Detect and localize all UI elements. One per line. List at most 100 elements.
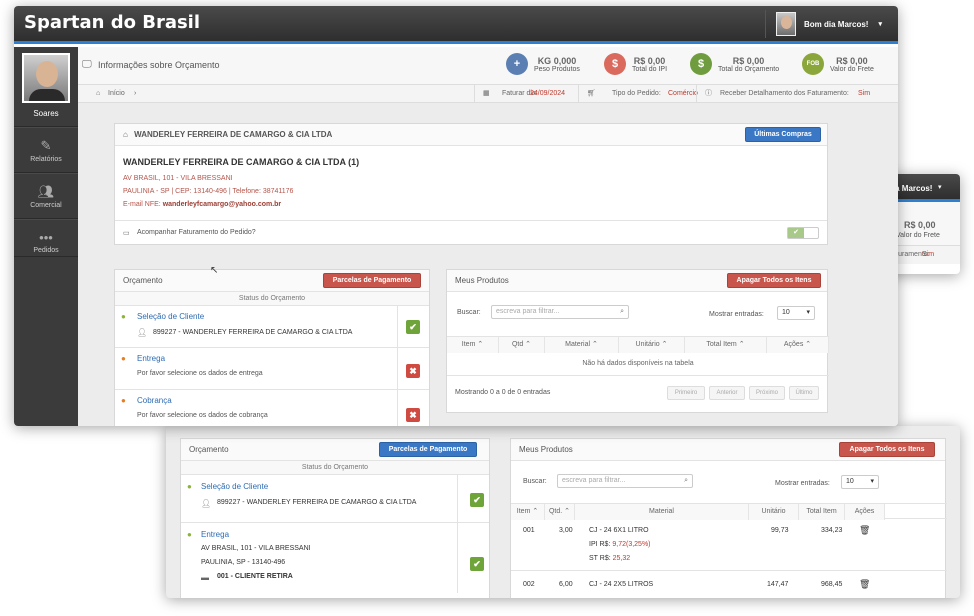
customer-address: AV BRASIL, 101 - VILA BRESSANI bbox=[123, 175, 233, 182]
entrega-x-button[interactable]: ✖ bbox=[406, 364, 420, 378]
entrega-msg: Por favor selecione os dados de entrega bbox=[137, 370, 263, 377]
apagar-button-b[interactable]: Apagar Todos os Itens bbox=[839, 442, 935, 457]
search-input[interactable]: escreva para filtrar... ⌕ bbox=[491, 305, 629, 319]
row-unit: 147,47 bbox=[767, 581, 789, 588]
mostrar-label-b: Mostrar entradas: bbox=[775, 480, 830, 487]
chevron-down-icon[interactable]: ▾ bbox=[938, 183, 942, 191]
col-acoes[interactable]: Ações ⌃ bbox=[767, 337, 829, 353]
user-icon: 👤︎ bbox=[201, 499, 212, 508]
table-row: 002 6,00 CJ - 24 2X5 LITROS 147,47 968,4… bbox=[511, 571, 947, 598]
ipi-label: IPI R$: bbox=[589, 541, 611, 548]
cobranca-x-button[interactable]: ✖ bbox=[406, 408, 420, 422]
parcelas-button-b[interactable]: Parcelas de Pagamento bbox=[379, 442, 477, 457]
apagar-button[interactable]: Apagar Todos os Itens bbox=[727, 273, 821, 288]
cliente-title-b[interactable]: Seleção de Cliente bbox=[201, 482, 268, 491]
tipo-value[interactable]: Comércio bbox=[668, 85, 698, 103]
user-icon: 👤︎ bbox=[137, 328, 148, 337]
st-value: 25,32 bbox=[612, 555, 631, 562]
sidebar-item-label: Pedidos bbox=[33, 247, 59, 254]
ultimas-compras-button[interactable]: Últimas Compras bbox=[745, 127, 821, 142]
orcamento-header-b: Orçamento Parcelas de Pagamento bbox=[181, 439, 489, 461]
st-label: ST R$: bbox=[589, 555, 611, 562]
next-page-button[interactable]: Próximo bbox=[749, 386, 785, 400]
produtos-title-b: Meus Produtos bbox=[519, 445, 573, 454]
sidebar-item-label: Relatórios bbox=[30, 156, 62, 163]
orcamento-title-b: Orçamento bbox=[189, 445, 229, 454]
cliente-title[interactable]: Seleção de Cliente bbox=[137, 312, 204, 321]
main-content: 🖵︎ Informações sobre Orçamento + KG 0,00… bbox=[78, 47, 898, 426]
col-acoes[interactable]: Ações bbox=[845, 504, 885, 520]
entrega-addr2: PAULINIA, SP - 13140-496 bbox=[201, 559, 286, 566]
entrega-ok-button[interactable]: ✔ bbox=[470, 557, 484, 571]
cobranca-title[interactable]: Cobrança bbox=[137, 396, 172, 405]
user-name: Soares bbox=[33, 109, 59, 118]
receber-value[interactable]: Sim bbox=[858, 85, 870, 103]
produtos-title: Meus Produtos bbox=[455, 276, 509, 285]
parcelas-button[interactable]: Parcelas de Pagamento bbox=[323, 273, 421, 288]
first-page-button[interactable]: Primeiro bbox=[667, 386, 705, 400]
status-header: Status do Orçamento bbox=[115, 292, 429, 306]
user-menu[interactable]: Bom dia Marcos! ▾ bbox=[765, 10, 882, 38]
trash-icon[interactable]: 🗑︎ bbox=[859, 525, 870, 536]
row-material: CJ - 24 2X5 LITROS bbox=[589, 581, 654, 588]
faturar-value[interactable]: 24/09/2024 bbox=[530, 85, 565, 103]
table-row: 001 3,00 CJ - 24 6X1 LITRO IPI R$: 9,72(… bbox=[511, 519, 947, 571]
sidebar-item-relatorios[interactable]: ✎ Relatórios bbox=[14, 127, 78, 173]
entrega-title[interactable]: Entrega bbox=[137, 354, 165, 363]
customer-email[interactable]: wanderleyfcamargo@yahoo.com.br bbox=[163, 201, 281, 208]
search-icon: ⌕ bbox=[620, 308, 624, 315]
cliente-ok-button[interactable]: ✔ bbox=[470, 493, 484, 507]
tipo-label: Tipo do Pedido: bbox=[612, 90, 661, 97]
acompanhar-toggle[interactable]: ✔ bbox=[787, 227, 819, 239]
ipi-value: 9,72(3,25%) bbox=[612, 541, 651, 548]
sidebar-item-pedidos[interactable]: ••• Pedidos bbox=[14, 219, 78, 257]
customer-name: WANDERLEY FERREIRA DE CAMARGO & CIA LTDA… bbox=[123, 157, 360, 167]
col-unitario[interactable]: Unitário bbox=[749, 504, 799, 520]
entries-select-b[interactable]: 10 ▾ bbox=[841, 475, 879, 489]
cliente-ok-button[interactable]: ✔ bbox=[406, 320, 420, 334]
col-item[interactable]: Item ⌃ bbox=[511, 504, 545, 520]
customer-panel: ⌂ WANDERLEY FERREIRA DE CAMARGO & CIA LT… bbox=[114, 123, 828, 245]
row-total: 334,23 bbox=[821, 527, 843, 534]
truck-icon: ▬ bbox=[201, 573, 209, 582]
info-icon: ⓘ bbox=[696, 85, 712, 103]
trash-icon[interactable]: 🗑︎ bbox=[859, 579, 870, 590]
dollar-icon: $ bbox=[690, 53, 712, 75]
orcamento-panel: Orçamento Parcelas de Pagamento Status d… bbox=[114, 269, 430, 426]
dollar-icon: $ bbox=[604, 53, 626, 75]
row-item: 001 bbox=[523, 527, 535, 534]
breadcrumb: ⌂ Início › ▦ Faturar dia: 24/09/2024 🛒︎ … bbox=[78, 85, 898, 103]
prev-page-button[interactable]: Anterior bbox=[709, 386, 745, 400]
chevron-down-icon: ▾ bbox=[870, 478, 874, 485]
table-header: Item ⌃ Qtd ⌃ Material ⌃ Unitário ⌃ Total… bbox=[447, 336, 829, 353]
col-qtd[interactable]: Qtd. ⌃ bbox=[545, 504, 575, 520]
entrega-retira: 001 - CLIENTE RETIRA bbox=[217, 573, 293, 580]
col-item[interactable]: Item ⌃ bbox=[447, 337, 499, 353]
entrega-title-b[interactable]: Entrega bbox=[201, 530, 229, 539]
check-circle-icon: ● bbox=[187, 530, 192, 539]
col-qtd[interactable]: Qtd ⌃ bbox=[499, 337, 545, 353]
top-bar: Spartan do Brasil Bom dia Marcos! ▾ bbox=[14, 6, 898, 44]
col-material[interactable]: Material ⌃ bbox=[545, 337, 619, 353]
customer-city: PAULINIA - SP | CEP: 13140-496 | Telefon… bbox=[123, 188, 294, 195]
stat-label: Total do Orçamento bbox=[718, 65, 780, 73]
frete-label: Valor do Frete bbox=[896, 232, 940, 239]
empty-message: Não há dados disponíveis na tabela bbox=[447, 352, 829, 376]
cart-icon: 🛒︎ bbox=[578, 85, 596, 103]
col-total[interactable]: Total Item ⌃ bbox=[685, 337, 767, 353]
col-unitario[interactable]: Unitário ⌃ bbox=[619, 337, 685, 353]
col-material[interactable]: Material bbox=[575, 504, 749, 520]
brand-title: Spartan do Brasil bbox=[24, 12, 201, 33]
stat-value: R$ 0,00 bbox=[732, 55, 765, 66]
search-input-b[interactable]: escreva para filtrar... ⌕ bbox=[557, 474, 693, 488]
produtos-panel: Meus Produtos Apagar Todos os Itens Busc… bbox=[446, 269, 829, 413]
sidebar-item-comercial[interactable]: 👥︎ Comercial bbox=[14, 173, 78, 219]
col-total[interactable]: Total Item bbox=[799, 504, 845, 520]
entries-select[interactable]: 10 ▾ bbox=[777, 306, 815, 320]
last-page-button[interactable]: Último bbox=[789, 386, 819, 400]
breadcrumb-home[interactable]: Início bbox=[108, 85, 125, 103]
acompanhar-label: Acompanhar Faturamento do Pedido? bbox=[137, 229, 256, 236]
frete-value: R$ 0,00 bbox=[904, 220, 936, 230]
info-bar: 🖵︎ Informações sobre Orçamento + KG 0,00… bbox=[78, 47, 898, 85]
cliente-value-b: 899227 - WANDERLEY FERREIRA DE CAMARGO &… bbox=[217, 499, 417, 506]
